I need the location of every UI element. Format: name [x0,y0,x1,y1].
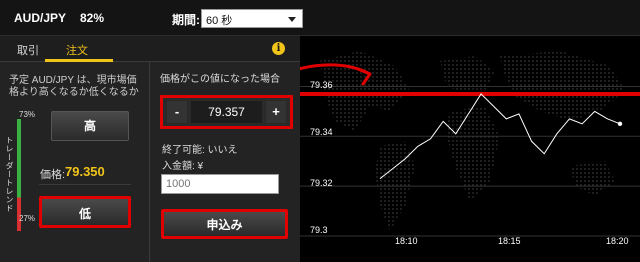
chevron-down-icon [288,17,296,22]
apply-button[interactable]: 申込み [161,209,288,239]
order-panel: 取引 注文 i 予定 AUD/JPY は、現市場価格より高くなるか低くなるか 7… [0,36,300,262]
price-chart: 79.36 79.34 79.32 79.3 18:10 18:15 18:20 [300,36,640,262]
divider [149,62,150,262]
tab-order[interactable]: 注文 [66,42,88,58]
price-label: 価格: [40,169,66,181]
amount-input[interactable] [161,174,279,194]
x-tick-label: 18:20 [606,236,629,246]
high-button[interactable]: 高 [51,111,129,141]
divider [39,184,131,185]
trader-trend-label: トレーダートレンド [5,136,14,213]
tab-trade[interactable]: 取引 [17,42,39,58]
y-tick-label: 79.34 [310,127,333,137]
top-bar: AUD/JPY 82% 期間: 60 秒 [0,0,640,36]
chart-canvas [300,51,640,237]
asset-pair[interactable]: AUD/JPY [14,11,66,25]
y-tick-label: 79.3 [310,225,328,235]
decrement-button[interactable]: - [167,101,187,123]
info-icon[interactable]: i [272,42,285,55]
x-tick-label: 18:15 [498,236,521,246]
target-price-stepper: - 79.357 + [160,95,293,129]
y-tick-label: 79.36 [310,80,333,90]
target-price-value[interactable]: 79.357 [191,101,262,123]
period-value: 60 秒 [206,15,233,27]
trend-down-percent: 27% [19,214,36,223]
increment-button[interactable]: + [266,101,286,123]
current-price: 79.350 [65,164,105,179]
amount-label: 入金額: ¥ [162,161,204,172]
active-tab-indicator [45,59,113,62]
payout-percent: 82% [80,11,105,25]
prediction-question: 予定 AUD/JPY は、現市場価格より高くなるか低くなるか [9,75,139,98]
early-close-label: 終了可能: いいえ [162,145,238,156]
period-label: 期間: [172,13,200,27]
trend-up-percent: 73% [19,110,36,119]
target-price-label: 価格がこの値になった場合 [160,74,280,85]
low-button[interactable]: 低 [39,196,131,228]
tab-bar: 取引 注文 i [0,36,300,62]
period-select[interactable]: 60 秒 [201,9,303,28]
y-tick-label: 79.32 [310,178,333,188]
last-price-point [617,121,623,127]
x-tick-label: 18:10 [395,236,418,246]
